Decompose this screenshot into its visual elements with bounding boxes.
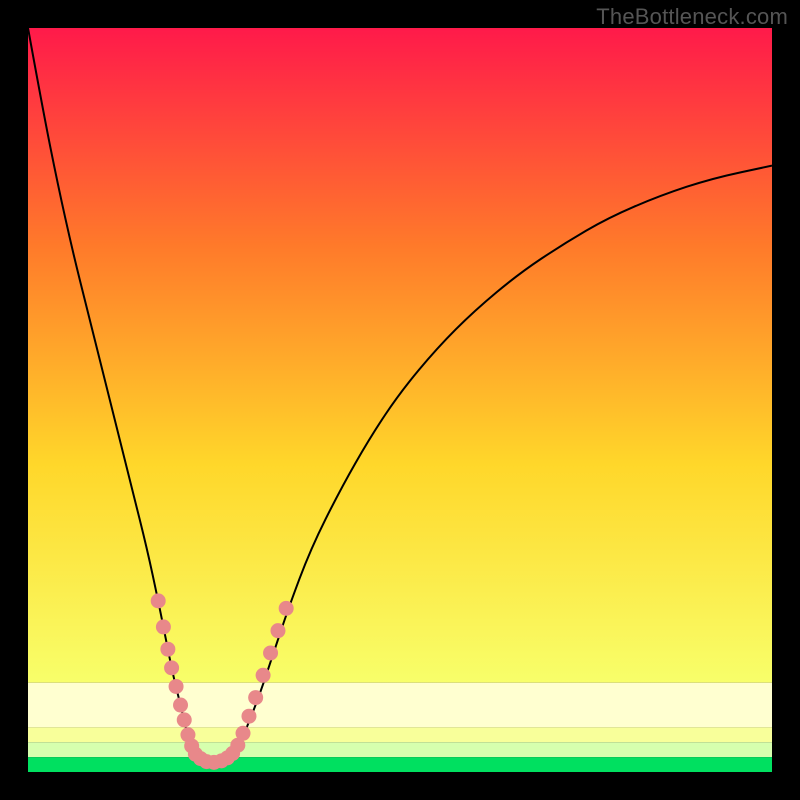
chart-frame: TheBottleneck.com (0, 0, 800, 800)
chart-svg (28, 28, 772, 772)
marker-dot (236, 726, 251, 741)
background-gradient (28, 28, 772, 683)
marker-dot (156, 619, 171, 634)
marker-dot (279, 601, 294, 616)
marker-dot (263, 645, 278, 660)
watermark-text: TheBottleneck.com (596, 4, 788, 30)
background-bands (28, 683, 772, 772)
marker-dot (164, 660, 179, 675)
marker-dot (160, 642, 175, 657)
marker-dot (173, 698, 188, 713)
marker-dot (241, 709, 256, 724)
marker-dot (151, 593, 166, 608)
marker-dot (169, 679, 184, 694)
marker-dot (177, 712, 192, 727)
plot-area (28, 28, 772, 772)
marker-dot (270, 623, 285, 638)
marker-dot (248, 690, 263, 705)
marker-dot (256, 668, 271, 683)
